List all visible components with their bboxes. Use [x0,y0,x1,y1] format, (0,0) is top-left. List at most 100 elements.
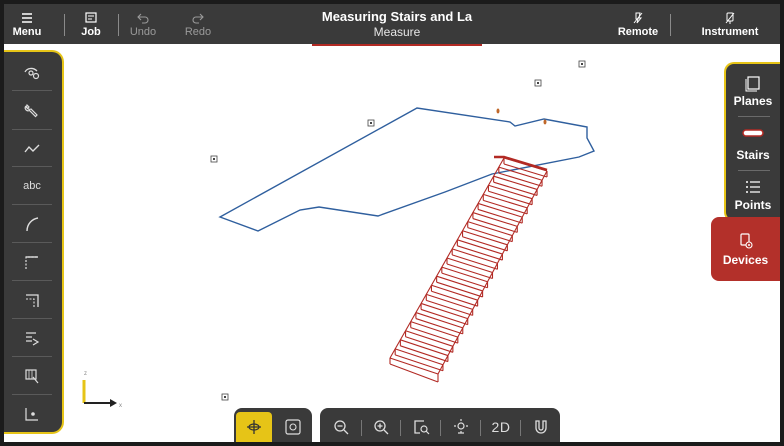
stair-step-edge [389,157,505,359]
measured-point [543,119,547,125]
divider [520,420,521,436]
divider [12,204,52,205]
divider [118,14,119,36]
wrench-icon [24,103,38,118]
measured-point [496,108,500,114]
view-2d-label: 2D [491,419,511,435]
reference-marker [578,60,586,68]
top-bar: Menu Job Undo Redo Measuring Stairs and … [4,4,780,44]
snap-magnet-button[interactable] [524,412,558,442]
magnet-icon [535,420,547,434]
divider [12,318,52,319]
fit-view-icon [285,419,301,435]
reference-marker [367,119,375,127]
divider [12,394,52,395]
reference-marker [221,393,229,401]
planes-button[interactable]: Planes [726,74,780,108]
divider [440,420,441,436]
page-title: Measuring Stairs and La [321,9,473,24]
z-axis-label: z [84,371,87,377]
corner-icon [25,256,38,269]
page-title-block: Measuring Stairs and La Measure [304,9,490,39]
redo-button[interactable]: Redo [182,4,214,44]
divider [64,14,65,36]
navigation-mode-toolbar [234,408,312,442]
planes-label: Planes [733,94,773,108]
title-underline [312,44,482,46]
coordinates-button[interactable] [4,398,60,430]
undo-icon [137,13,149,24]
center-target-icon [454,419,468,434]
devices-button[interactable]: Devices [711,217,780,281]
remote-button[interactable]: Remote [616,4,660,44]
axis-indicator: z x [82,371,122,409]
staircase [389,157,548,383]
stairs-button[interactable]: Stairs [726,124,780,162]
remote-disconnected-icon [633,12,643,23]
offset-tool-button[interactable] [4,284,60,316]
polyline-tool-button[interactable] [4,132,60,164]
points-label: Points [734,198,772,212]
instrument-label: Instrument [701,25,759,38]
hamburger-icon [22,12,32,23]
stairs-icon [742,129,764,137]
planes-2d-icon [745,76,760,92]
menu-button[interactable]: Menu [10,4,44,44]
corner-tool-button[interactable] [4,246,60,278]
coordinate-axes-icon [25,408,38,421]
divider [12,356,52,357]
zoom-out-button[interactable] [324,412,358,442]
remote-label: Remote [617,25,659,38]
divider [670,14,671,36]
app-window: z x Menu Job Undo Redo Measuring Stairs … [4,4,780,442]
fit-view-button[interactable] [276,412,310,442]
stairs-label: Stairs [736,148,770,162]
reference-marker [534,79,542,87]
device-settings-icon [739,232,753,249]
tools-button[interactable] [4,94,60,126]
instrument-disconnected-icon [725,12,735,24]
measurement-canvas[interactable]: z x [4,44,780,442]
divider [400,420,401,436]
view-2d-button[interactable]: 2D [484,412,518,442]
job-icon [85,11,97,23]
text-tool-label: abc [23,180,41,192]
zoom-in-button[interactable] [364,412,398,442]
view-settings-button[interactable] [4,56,60,88]
points-list-icon [746,181,760,193]
devices-label: Devices [722,252,769,267]
orbit-mode-button[interactable] [236,412,272,442]
job-button[interactable]: Job [76,4,106,44]
center-view-button[interactable] [444,412,478,442]
select-region-button[interactable] [4,360,60,392]
orbit-icon [247,420,261,434]
select-region-icon [25,369,39,384]
left-toolbar: abc [4,50,64,434]
text-tool-button[interactable]: abc [4,170,60,202]
measure-list-button[interactable] [4,322,60,354]
divider [12,90,52,91]
right-panel: Planes Stairs Points [724,62,780,222]
undo-button[interactable]: Undo [128,4,158,44]
offset-icon [26,294,39,307]
stair-step-edge [437,170,548,375]
zoom-window-icon [414,420,430,435]
redo-icon [192,13,204,24]
zoom-in-icon [374,420,389,435]
zoom-out-icon [334,420,349,435]
divider [12,280,52,281]
floor-plan-outline [218,107,595,232]
arc-tool-button[interactable] [4,208,60,240]
arc-icon [26,217,39,232]
instrument-button[interactable]: Instrument [684,4,776,44]
divider [738,116,770,117]
points-button[interactable]: Points [726,178,780,212]
zoom-window-button[interactable] [404,412,438,442]
redo-label: Redo [184,25,212,38]
divider [12,242,52,243]
eye-gear-icon [24,67,40,80]
divider [361,420,362,436]
divider [738,170,770,171]
undo-label: Undo [129,25,157,38]
list-arrow-icon [26,332,40,346]
